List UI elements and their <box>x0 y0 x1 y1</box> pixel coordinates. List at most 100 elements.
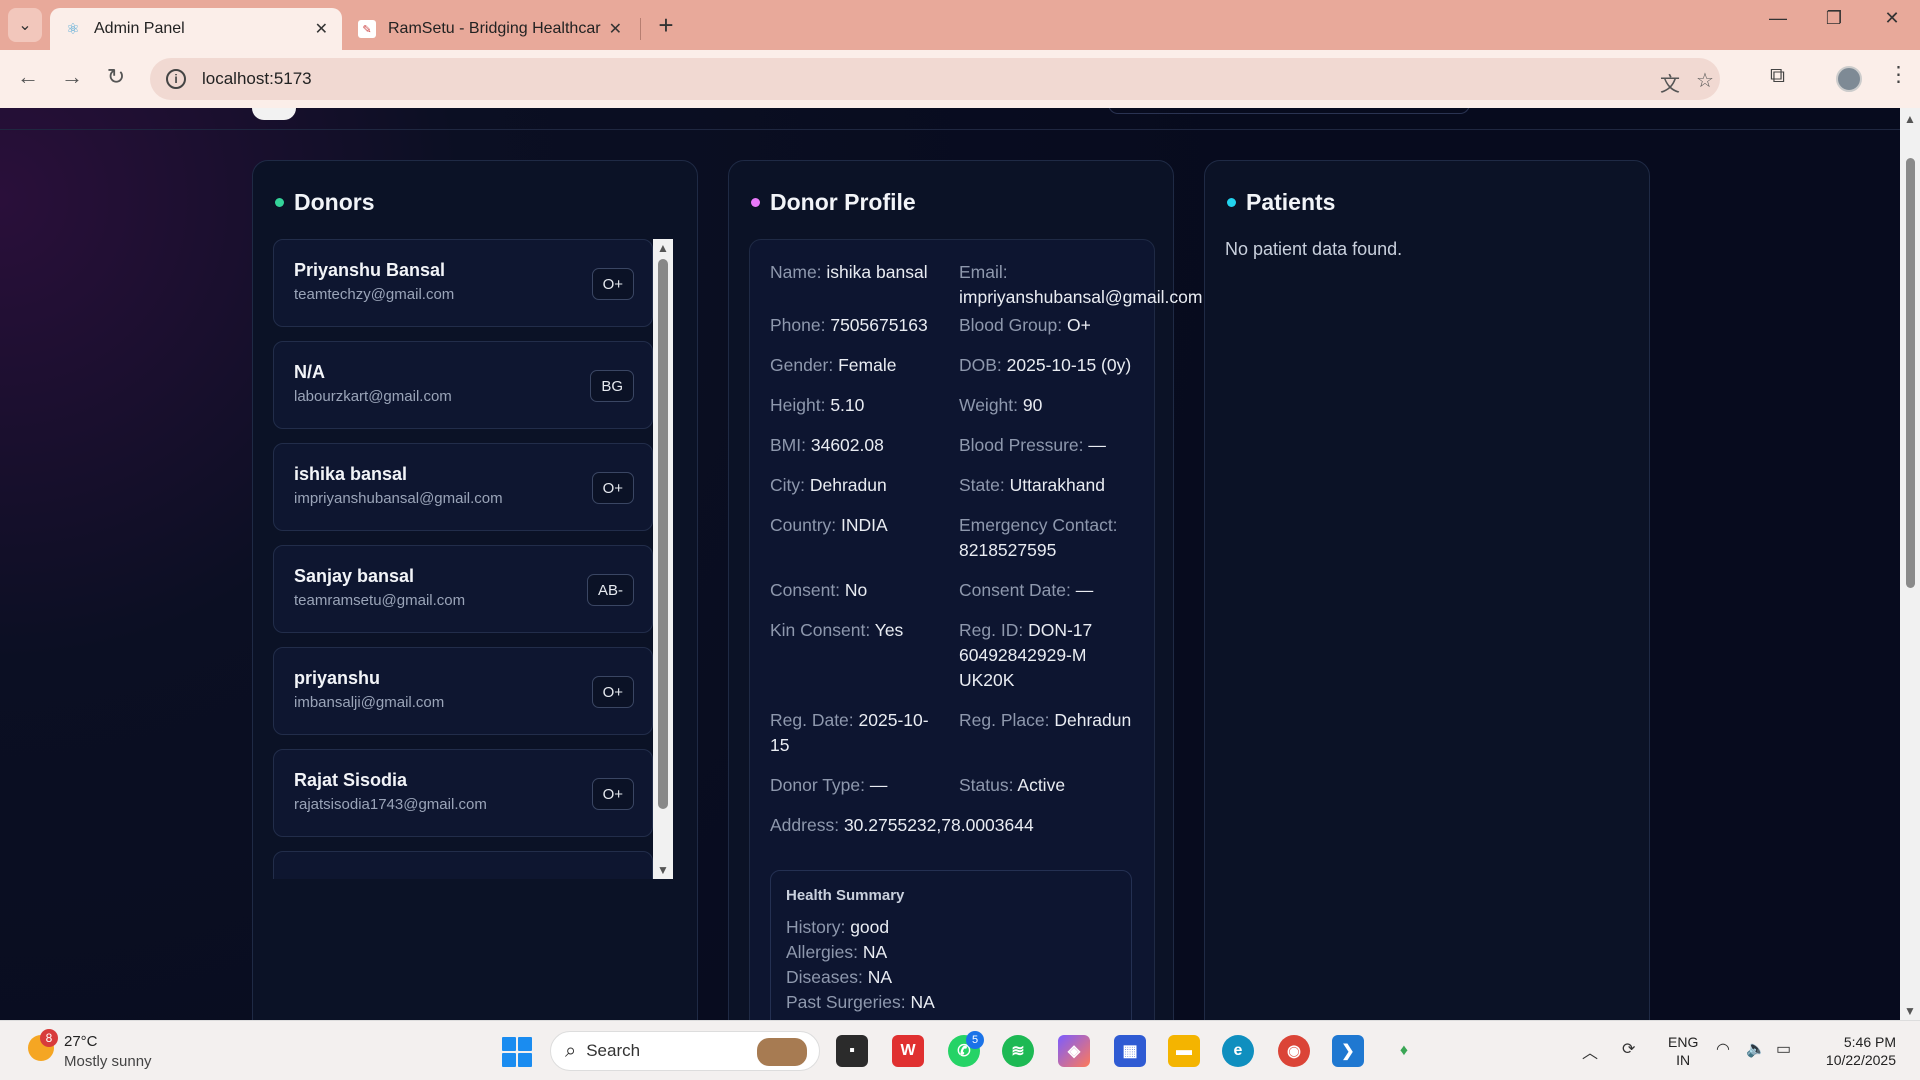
translate-icon[interactable]: 文 <box>1660 68 1680 97</box>
donor-email: impriyanshubansal@gmail.com <box>294 490 503 507</box>
donor-email: teamramsetu@gmail.com <box>294 592 466 609</box>
back-button[interactable]: ← <box>12 64 44 90</box>
list-item[interactable]: Rajat Sisodia rajatsisodia1743@gmail.com… <box>273 749 653 837</box>
health-diseases: Diseases: NA <box>786 967 893 987</box>
wifi-icon[interactable]: ◠ <box>1716 1039 1730 1059</box>
field-reg-id: Reg. ID: DON-1760492842929-MUK20K <box>959 620 1093 690</box>
chrome-icon[interactable]: ◉ <box>1278 1035 1310 1067</box>
list-item[interactable]: N/A labourzkart@gmail.com BG <box>273 341 653 429</box>
minimize-button[interactable]: — <box>1758 8 1798 29</box>
scroll-up-icon[interactable]: ▲ <box>1904 112 1916 126</box>
donor-email: rajatsisodia1743@gmail.com <box>294 796 487 813</box>
spotify-icon[interactable]: ≋ <box>1002 1035 1034 1067</box>
close-window-button[interactable]: ✕ <box>1872 8 1912 29</box>
patients-title: Patients <box>1227 189 1335 216</box>
weather-temp[interactable]: 27°C <box>64 1033 98 1050</box>
field-emergency-contact: Emergency Contact: 8218527595 <box>959 515 1118 560</box>
list-item[interactable] <box>273 851 653 879</box>
taskbar-search[interactable]: ⌕ Search <box>550 1031 820 1071</box>
clock-time: 5:46 PM <box>1843 1034 1896 1050</box>
extensions-icon[interactable]: ⧉ <box>1770 64 1785 88</box>
site-info-icon[interactable]: i <box>166 69 186 89</box>
mongodb-icon[interactable]: ♦ <box>1388 1035 1420 1067</box>
forward-button[interactable]: → <box>56 64 88 90</box>
battery-icon[interactable]: ▭ <box>1776 1039 1791 1059</box>
omnibox[interactable]: i localhost:5173 文 ☆ <box>150 58 1720 100</box>
microsoft-store-icon[interactable]: ▦ <box>1114 1035 1146 1067</box>
close-icon[interactable]: ✕ <box>315 19 328 39</box>
status-dot-icon <box>1227 198 1236 207</box>
profile-title: Donor Profile <box>751 189 916 216</box>
chevron-down-icon: ⌄ <box>18 17 32 34</box>
blood-group-badge: BG <box>590 370 634 402</box>
weather-condition[interactable]: Mostly sunny <box>64 1053 152 1070</box>
donors-card: Donors Priyanshu Bansal teamtechzy@gmail… <box>252 160 698 1020</box>
donor-list-scrollbar[interactable]: ▲ ▼ <box>653 239 673 879</box>
language-indicator[interactable]: ENG IN <box>1668 1033 1698 1069</box>
donors-title: Donors <box>275 189 375 216</box>
copilot-icon[interactable]: ◈ <box>1058 1035 1090 1067</box>
search-label: Search <box>586 1041 641 1060</box>
react-icon: ⚛ <box>66 21 80 38</box>
field-status: Status: Active <box>959 775 1066 795</box>
volume-icon[interactable]: 🔈 <box>1746 1039 1766 1059</box>
status-dot-icon <box>275 198 284 207</box>
tab-ramsetu[interactable]: ✎ RamSetu - Bridging Healthcare ✕ <box>344 8 636 50</box>
list-item[interactable]: ishika bansal impriyanshubansal@gmail.co… <box>273 443 653 531</box>
wps-office-icon[interactable]: W <box>892 1035 924 1067</box>
health-allergies: Allergies: NA <box>786 942 888 962</box>
edge-icon[interactable]: e <box>1222 1035 1254 1067</box>
donor-name: ishika bansal <box>294 464 408 484</box>
file-explorer-icon[interactable]: ▬ <box>1168 1035 1200 1067</box>
task-view-icon[interactable]: ▪ <box>836 1035 868 1067</box>
scroll-down-icon[interactable]: ▼ <box>657 863 669 877</box>
list-item[interactable]: Sanjay bansal teamramsetu@gmail.com AB- <box>273 545 653 633</box>
donor-list[interactable]: Priyanshu Bansal teamtechzy@gmail.com O+… <box>273 239 677 879</box>
clock[interactable]: 5:46 PM 10/22/2025 <box>1816 1033 1896 1069</box>
address-bar: ← → ↻ i localhost:5173 文 ☆ ⧉ ⋮ <box>0 50 1920 108</box>
more-menu-icon[interactable]: ⋮ <box>1888 62 1909 87</box>
vscode-icon[interactable]: ❯ <box>1332 1035 1364 1067</box>
header-search[interactable] <box>1108 108 1470 114</box>
donor-name: Rajat Sisodia <box>294 770 408 790</box>
clock-date: 10/22/2025 <box>1825 1052 1896 1068</box>
donor-email: labourzkart@gmail.com <box>294 388 452 405</box>
sync-icon[interactable]: ⟳ <box>1622 1039 1635 1059</box>
field-dob: DOB: 2025-10-15 (0y) <box>959 355 1132 375</box>
page-viewport: Donors Priyanshu Bansal teamtechzy@gmail… <box>0 108 1920 1020</box>
restore-button[interactable]: ❐ <box>1814 8 1854 29</box>
donors-title-text: Donors <box>294 189 375 215</box>
tab-title: Admin Panel <box>94 20 185 37</box>
health-summary-title: Health Summary <box>786 887 905 904</box>
search-icon: ⌕ <box>565 1039 577 1062</box>
scroll-thumb[interactable] <box>658 259 668 809</box>
tab-admin-panel[interactable]: ⚛ Admin Panel ✕ <box>50 8 342 50</box>
scroll-down-icon[interactable]: ▼ <box>1904 1004 1916 1018</box>
field-country: Country: INDIA <box>770 515 888 535</box>
field-kin-consent: Kin Consent: Yes <box>770 620 904 640</box>
field-city: City: Dehradun <box>770 475 887 495</box>
list-item[interactable]: Priyanshu Bansal teamtechzy@gmail.com O+ <box>273 239 653 327</box>
field-height: Height: 5.10 <box>770 395 865 415</box>
field-bmi: BMI: 34602.08 <box>770 435 884 455</box>
scroll-thumb[interactable] <box>1906 158 1915 588</box>
scroll-up-icon[interactable]: ▲ <box>657 241 669 255</box>
url-text[interactable]: localhost:5173 <box>202 69 312 89</box>
list-item[interactable]: priyanshu imbansalji@gmail.com O+ <box>273 647 653 735</box>
health-past-surgeries: Past Surgeries: NA <box>786 992 935 1012</box>
blood-group-badge: O+ <box>591 268 634 300</box>
windows-start-icon[interactable] <box>502 1037 532 1067</box>
star-icon[interactable]: ☆ <box>1696 68 1714 93</box>
field-address: Address: 30.2755232,78.0003644 <box>770 815 1034 835</box>
reload-button[interactable]: ↻ <box>100 64 132 90</box>
health-history: History: good <box>786 917 890 937</box>
avatar[interactable] <box>1836 66 1862 92</box>
new-tab-button[interactable]: + <box>650 10 682 40</box>
blood-group-badge: O+ <box>591 472 634 504</box>
donor-profile-card: Donor Profile Name: ishika bansal Email:… <box>728 160 1202 1020</box>
page-scrollbar[interactable]: ▲ ▼ <box>1900 108 1920 1020</box>
tab-search-button[interactable]: ⌄ <box>8 8 42 42</box>
region-code: IN <box>1676 1052 1691 1068</box>
show-hidden-icons[interactable]: ︿ <box>1582 1039 1598 1063</box>
close-icon[interactable]: ✕ <box>609 19 622 39</box>
